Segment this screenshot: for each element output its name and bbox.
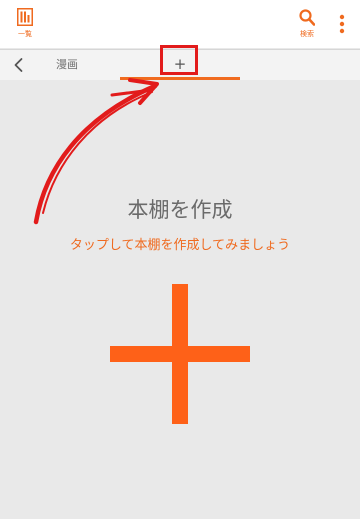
create-shelf-button[interactable] <box>110 284 250 424</box>
search-button[interactable]: 検索 <box>296 8 318 42</box>
tab-manga[interactable]: 漫画 <box>44 56 90 76</box>
app-screen: 一覧 検索 漫画 + 本棚を作成 タップして本棚を作成してみましょう <box>0 0 360 519</box>
bookshelf-list-button[interactable]: 一覧 <box>14 8 38 42</box>
chevron-left-icon <box>14 58 23 72</box>
search-label: 検索 <box>300 30 314 38</box>
create-shelf-title: 本棚を作成 <box>127 198 233 222</box>
annotation-highlight-box <box>160 45 198 75</box>
overflow-menu-button[interactable] <box>334 12 350 36</box>
bookshelf-icon <box>17 8 33 26</box>
top-app-bar: 一覧 検索 <box>0 0 360 48</box>
more-vert-icon <box>339 14 345 34</box>
back-button[interactable] <box>8 54 30 76</box>
bookshelf-list-label: 一覧 <box>18 30 32 38</box>
big-plus-icon-bar <box>110 346 250 362</box>
create-shelf-hint: タップして本棚を作成してみましょう <box>69 238 291 253</box>
main-content: 本棚を作成 タップして本棚を作成してみましょう <box>0 80 360 519</box>
search-icon <box>299 9 315 26</box>
tab-bar: 漫画 + <box>0 45 360 80</box>
